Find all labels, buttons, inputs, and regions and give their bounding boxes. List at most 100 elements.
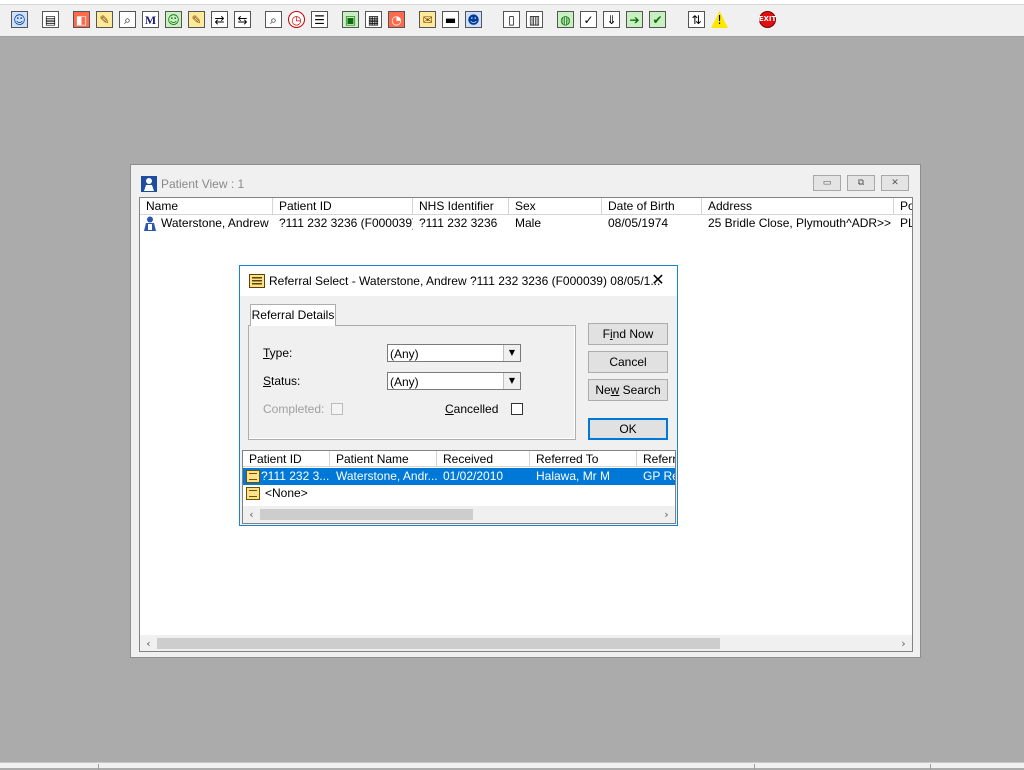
green-check-icon: ✔: [649, 11, 666, 28]
menu-strip: [0, 0, 1024, 5]
toolbar-patient-button[interactable]: ☺: [9, 9, 30, 30]
toolbar-edit-record-button[interactable]: ✎: [94, 9, 115, 30]
column-patient-id[interactable]: Patient ID: [243, 451, 330, 467]
scroll-right-arrow-icon[interactable]: ›: [658, 506, 675, 523]
type-select-value: (Any): [390, 347, 419, 361]
column-address[interactable]: Address: [702, 198, 894, 215]
toolbar-m-button[interactable]: M: [140, 9, 161, 30]
column-name[interactable]: Name: [140, 198, 273, 215]
patient-row[interactable]: Waterstone, Andrew ?111 232 3236 (F00003…: [140, 215, 912, 232]
restore-button[interactable]: ⧉: [847, 175, 875, 191]
toolbar-check-button[interactable]: ✓: [578, 9, 599, 30]
toolbar-chart-button[interactable]: ◔: [386, 9, 407, 30]
register-icon: ▤: [42, 11, 59, 28]
chevron-down-icon[interactable]: ▼: [503, 345, 520, 361]
status-divider: [930, 764, 931, 770]
toolbar-clock-button[interactable]: ◷: [286, 9, 307, 30]
patient-view-title: Patient View : 1: [161, 177, 245, 191]
patient-view-titlebar[interactable]: Patient View : 1 ▭ ⧉ ✕: [131, 165, 920, 198]
scroll-right-arrow-icon[interactable]: ›: [895, 635, 912, 651]
ok-button[interactable]: OK: [588, 418, 668, 440]
cancel-button[interactable]: Cancel: [588, 351, 668, 373]
referral-dialog-titlebar[interactable]: Referral Select - Waterstone, Andrew ?11…: [240, 266, 677, 296]
column-date-of-birth[interactable]: Date of Birth: [602, 198, 702, 215]
cell-sex: Male: [515, 216, 542, 230]
exit-icon: EXIT: [759, 11, 776, 28]
type-select[interactable]: (Any) ▼: [387, 344, 521, 362]
cell-nhs-identifier: ?111 232 3236: [419, 216, 498, 230]
referral-list-hscrollbar[interactable]: ‹ ›: [243, 506, 675, 523]
column-received[interactable]: Received: [437, 451, 530, 467]
toolbar-globe-button[interactable]: ◍: [555, 9, 576, 30]
patient-list-hscrollbar[interactable]: ‹ ›: [140, 635, 912, 651]
column-nhs-identifier[interactable]: NHS Identifier: [413, 198, 509, 215]
scroll-left-arrow-icon[interactable]: ‹: [243, 506, 260, 523]
cancelled-checkbox[interactable]: [511, 403, 523, 415]
dialog-close-icon[interactable]: ✕: [648, 270, 668, 290]
status-select-value: (Any): [390, 375, 419, 389]
status-label: Status:: [263, 374, 301, 388]
close-window-button[interactable]: ✕: [881, 175, 909, 191]
toolbar-people-button[interactable]: ☻: [463, 9, 484, 30]
toolbar-warning-button[interactable]: !: [709, 9, 730, 30]
toolbar-bar-chart-button[interactable]: ▥: [524, 9, 545, 30]
minimize-button[interactable]: ▭: [813, 175, 841, 191]
referral-select-dialog: Referral Select - Waterstone, Andrew ?11…: [239, 265, 678, 526]
cell-patient-id: ?111 232 3...: [261, 469, 330, 483]
toolbar-letter-button[interactable]: ✉: [417, 9, 438, 30]
toolbar-transfer-out-button[interactable]: ⇆: [232, 9, 253, 30]
toolbar-clinician-button[interactable]: ☺: [163, 9, 184, 30]
toolbar-records-button[interactable]: ◧: [71, 9, 92, 30]
column-referred-to[interactable]: Referred To: [530, 451, 637, 467]
warning-icon: !: [711, 11, 728, 28]
cell-patient-id: ?111 232 3236 (F000039): [279, 216, 413, 230]
toolbar-exit-button[interactable]: EXIT: [757, 9, 778, 30]
status-select[interactable]: (Any) ▼: [387, 372, 521, 390]
referral-dialog-title: Referral Select - Waterstone, Andrew ?11…: [269, 274, 661, 288]
referral-none-row[interactable]: <None>: [243, 485, 675, 502]
toolbar-find-button[interactable]: ⌕: [263, 9, 284, 30]
toolbar-download-button[interactable]: ⇓: [601, 9, 622, 30]
scrollbar-thumb[interactable]: [157, 638, 720, 649]
chevron-down-icon[interactable]: ▼: [503, 373, 520, 389]
toolbar-notes-button[interactable]: ✎: [186, 9, 207, 30]
cell-referred-to: Halawa, Mr M: [536, 469, 611, 483]
toolbar-green-check-button[interactable]: ✔: [647, 9, 668, 30]
toolbar-register-button[interactable]: ▤: [40, 9, 61, 30]
column-sex[interactable]: Sex: [509, 198, 602, 215]
edit-record-icon: ✎: [96, 11, 113, 28]
status-divider: [754, 764, 755, 770]
globe-icon: ◍: [557, 11, 574, 28]
completed-checkbox[interactable]: [331, 403, 343, 415]
toolbar-list-button[interactable]: ☰: [309, 9, 330, 30]
toolbar-picture-button[interactable]: ▣: [340, 9, 361, 30]
referral-details-panel: Type: (Any) ▼ Status: (Any) ▼ Completed:…: [248, 325, 576, 440]
patient-icon: ☺: [11, 11, 28, 28]
scrollbar-thumb[interactable]: [260, 509, 473, 520]
toolbar-swap-button[interactable]: ⇅: [686, 9, 707, 30]
toolbar-search-records-button[interactable]: ⌕: [117, 9, 138, 30]
toolbar-document-button[interactable]: ▯: [501, 9, 522, 30]
cell-date-of-birth: 08/05/1974: [608, 216, 669, 230]
scroll-left-arrow-icon[interactable]: ‹: [140, 635, 157, 651]
column-po[interactable]: Po: [894, 198, 912, 215]
find-now-button[interactable]: Find Now: [588, 323, 668, 345]
find-icon: ⌕: [265, 11, 282, 28]
toolbar-bed-button[interactable]: ▬: [440, 9, 461, 30]
records-icon: ◧: [73, 11, 90, 28]
referral-icon: [249, 274, 265, 288]
referral-results-list[interactable]: Patient ID Patient Name Received Referre…: [242, 450, 676, 524]
tab-referral-details[interactable]: Referral Details: [250, 304, 336, 326]
toolbar-transfer-button[interactable]: ⇄: [209, 9, 230, 30]
toolbar-report-button[interactable]: ▦: [363, 9, 384, 30]
toolbar-green-arrow-button[interactable]: ➔: [624, 9, 645, 30]
clinician-icon: ☺: [165, 11, 182, 28]
column-patient-name[interactable]: Patient Name: [330, 451, 437, 467]
referral-row[interactable]: ?111 232 3... Waterstone, Andr... 01/02/…: [243, 468, 675, 485]
new-search-button[interactable]: New Search: [588, 379, 668, 401]
column-referral[interactable]: Referra: [637, 451, 675, 467]
download-icon: ⇓: [603, 11, 620, 28]
cancelled-label: Cancelled: [445, 402, 499, 416]
column-patient-id[interactable]: Patient ID: [273, 198, 413, 215]
chart-icon: ◔: [388, 11, 405, 28]
